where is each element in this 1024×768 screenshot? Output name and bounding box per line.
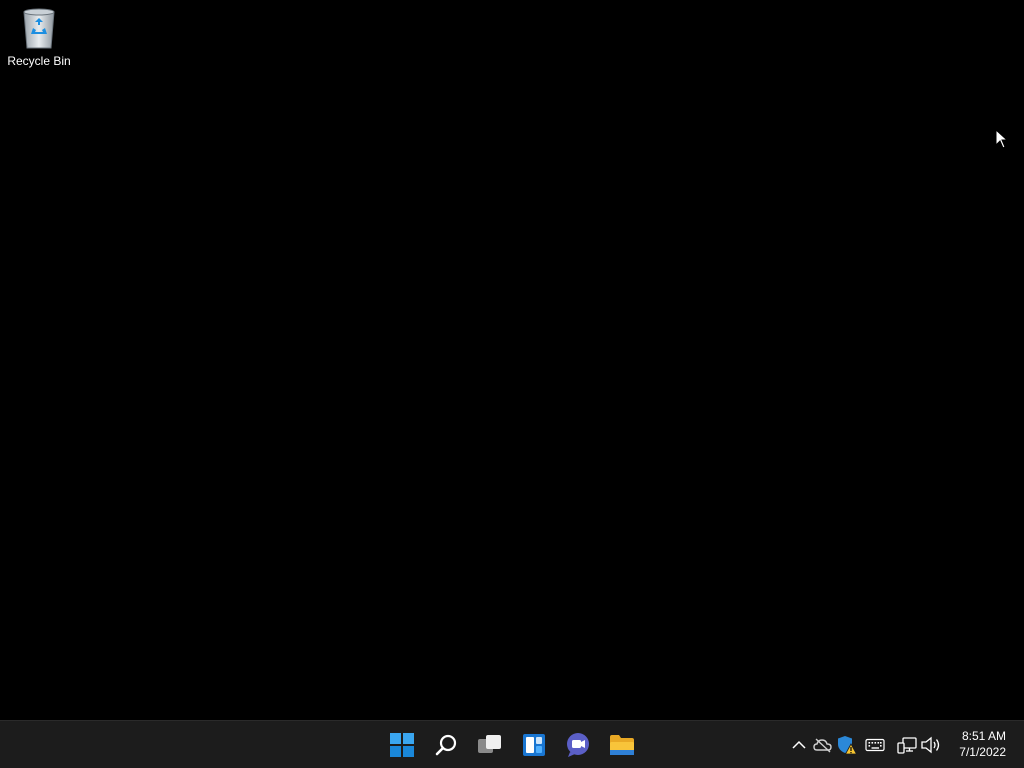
teams-chat-icon — [567, 733, 589, 757]
show-hidden-icons-button[interactable] — [789, 735, 809, 755]
network-icon — [897, 737, 917, 754]
search-icon — [435, 734, 457, 756]
onedrive-offline-icon — [813, 738, 832, 753]
file-explorer-icon — [610, 735, 634, 755]
recycle-bin-shortcut[interactable]: Recycle Bin — [4, 6, 74, 76]
windows-security-tray[interactable] — [837, 735, 857, 755]
start-button[interactable] — [384, 727, 420, 763]
clock-time: 8:51 AM — [961, 729, 1006, 743]
task-view-icon — [478, 735, 501, 753]
widgets-button[interactable] — [516, 727, 552, 763]
file-explorer-button[interactable] — [604, 727, 640, 763]
search-button[interactable] — [428, 727, 464, 763]
windows-start-icon — [390, 733, 414, 757]
chat-button[interactable] — [560, 727, 596, 763]
task-view-button[interactable] — [472, 727, 508, 763]
widgets-icon — [523, 734, 545, 756]
recycle-bin-icon — [23, 8, 55, 49]
taskbar: 8:51 AM 7/1/2022 — [0, 720, 1024, 768]
network-tray[interactable] — [897, 735, 917, 755]
recycle-bin-label: Recycle Bin — [7, 54, 71, 68]
input-indicator-tray[interactable] — [865, 735, 885, 755]
clock-date: 7/1/2022 — [959, 745, 1006, 759]
mouse-cursor-icon — [995, 129, 1009, 149]
windows-security-warning-icon — [838, 736, 857, 755]
taskbar-clock[interactable]: 8:51 AM 7/1/2022 — [936, 728, 1006, 760]
chevron-up-icon — [792, 740, 806, 749]
desktop[interactable]: Recycle Bin — [0, 0, 1024, 720]
onedrive-tray[interactable] — [813, 735, 833, 755]
keyboard-icon — [865, 738, 885, 752]
